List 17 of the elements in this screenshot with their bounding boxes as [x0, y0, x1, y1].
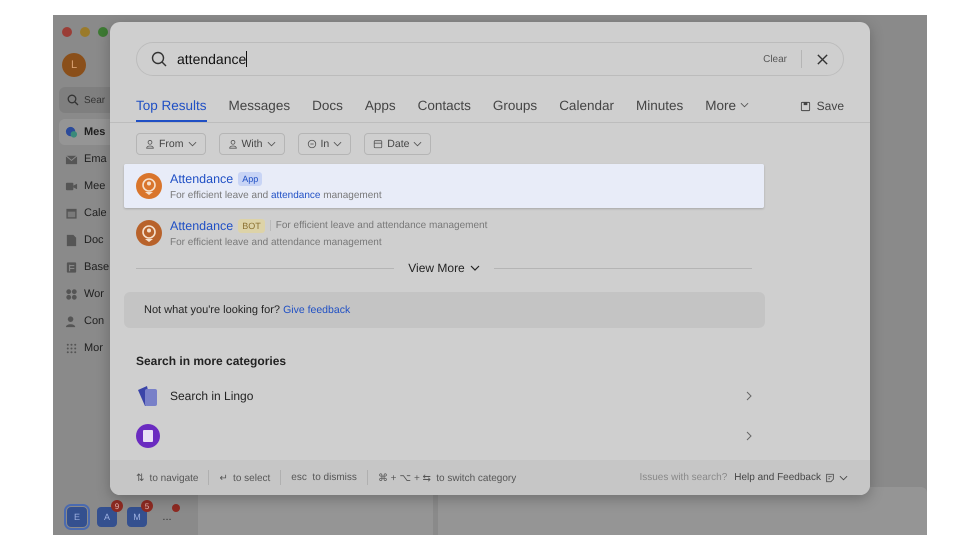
keyboard-hint: esc to dismiss — [291, 472, 357, 483]
keyboard-hint: ↵ to select — [219, 472, 270, 484]
keyboard-hint: ⇅ to navigate — [136, 472, 198, 484]
section-heading: Search in more categories — [136, 354, 288, 368]
result-subtitle: For efficient leave and attendance management — [276, 220, 488, 231]
count-badge: 9 — [111, 500, 123, 512]
result-title: Attendance — [170, 172, 234, 186]
search-text: attendance — [177, 51, 246, 67]
count-badge: 5 — [141, 500, 153, 512]
issues-text: Issues with search? — [639, 472, 728, 483]
result-title: Attendance — [170, 218, 234, 232]
feedback-text: Not what you're looking for? Give feedback — [144, 304, 350, 316]
type-tag: App — [238, 172, 262, 186]
result-description: For efficient leave and attendance management — [170, 190, 382, 200]
result-description: For efficient leave and attendance management — [170, 236, 383, 248]
type-tag: BOT — [238, 218, 265, 232]
keyboard-hint: ⌘ + ⌥ + ⇆ to switch category — [378, 472, 516, 484]
